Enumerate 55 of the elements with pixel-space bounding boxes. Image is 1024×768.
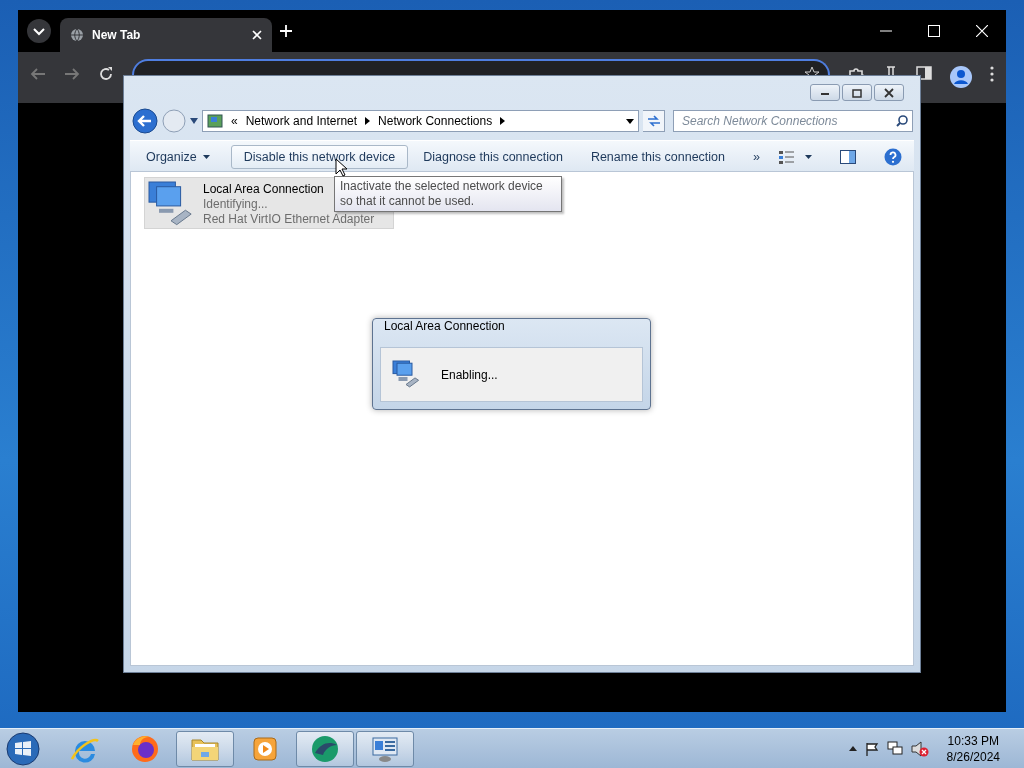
help-icon[interactable] [884, 148, 902, 166]
dialog-title: Local Area Connection [383, 319, 506, 335]
dropdown-icon[interactable] [190, 118, 198, 124]
breadcrumb-item[interactable]: Network Connections [378, 114, 493, 128]
new-tab-icon[interactable] [280, 25, 292, 37]
tab-search-icon[interactable] [26, 18, 52, 44]
volume-muted-icon[interactable] [910, 740, 929, 757]
breadcrumb-item[interactable]: Network and Internet [245, 114, 358, 128]
star-icon[interactable] [804, 66, 820, 75]
flag-icon[interactable] [864, 741, 879, 756]
pin-icon[interactable] [884, 66, 898, 75]
globe-icon [70, 28, 84, 42]
clock[interactable]: 10:33 PM 8/26/2024 [946, 732, 1000, 765]
more-commands-button[interactable]: » [740, 145, 773, 169]
maximize-icon[interactable] [928, 25, 940, 37]
progress-message: Enabling... [441, 367, 498, 382]
profile-icon[interactable] [950, 66, 972, 88]
address-field[interactable] [132, 59, 830, 75]
show-hidden-icon[interactable] [848, 746, 857, 751]
address-bar[interactable]: « Network and Internet Network Connections [202, 110, 639, 132]
dropdown-icon[interactable] [805, 155, 812, 159]
dropdown-icon [202, 155, 210, 159]
back-icon[interactable] [132, 108, 158, 134]
views-icon[interactable] [779, 150, 795, 164]
taskbar-app[interactable] [296, 730, 354, 767]
network-folder-icon [207, 113, 223, 129]
toolbar-button[interactable]: Rename this connection [577, 145, 738, 169]
chevron-icon[interactable] [500, 117, 506, 125]
tab-title: New Tab [92, 28, 142, 42]
preview-pane-icon[interactable] [840, 150, 856, 164]
close-icon[interactable] [883, 87, 895, 98]
organize-menu[interactable]: Organize [143, 145, 223, 169]
adapter-name: Red Hat VirtIO Ethernet Adapter [203, 212, 375, 226]
taskbar-app[interactable] [356, 730, 414, 767]
menu-icon[interactable] [990, 66, 994, 82]
puzzle-icon[interactable] [848, 66, 866, 75]
browser-tab[interactable]: New Tab [60, 18, 272, 52]
network-icon[interactable] [886, 740, 903, 757]
breadcrumb-overflow[interactable]: « [231, 114, 238, 128]
start-icon[interactable] [6, 731, 40, 766]
connection-status: Identifying... [203, 197, 268, 211]
toolbar-button[interactable]: Diagnose this connection [410, 145, 576, 169]
taskbar-app[interactable] [176, 730, 234, 767]
tooltip: Inactivate the selected network device so that it cannot be used. [334, 176, 562, 212]
forward-icon[interactable] [64, 66, 80, 82]
reload-icon[interactable] [98, 66, 114, 82]
dropdown-icon[interactable] [626, 118, 634, 124]
refresh-icon[interactable] [646, 115, 661, 127]
connection-name: Local Area Connection [203, 182, 324, 196]
search-icon [896, 115, 908, 127]
search-field[interactable]: Search Network Connections [673, 110, 913, 132]
toolbar-button[interactable]: Disable this network device [230, 145, 409, 169]
chevron-icon[interactable] [365, 117, 371, 125]
restore-icon[interactable] [851, 87, 863, 98]
side-panel-icon[interactable] [916, 66, 932, 80]
